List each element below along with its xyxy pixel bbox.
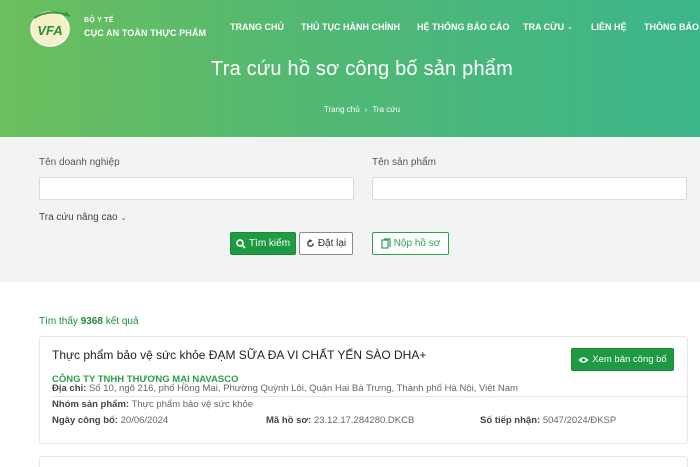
address-value: Số 10, ngõ 216, phố Hồng Mai, Phường Quỳ… [88, 383, 518, 394]
address-label: Địa chỉ: [52, 383, 87, 394]
main-nav: TRANG CHỦ THỦ TỤC HÀNH CHÍNH HỆ THỐNG BÁ… [0, 22, 700, 34]
product-group-value: Thực phẩm bảo vệ sức khỏe [131, 399, 254, 410]
breadcrumb-current: Tra cứu [372, 105, 401, 114]
receipt-number-value: 5047/2024/ĐKSP [542, 415, 617, 426]
result-product-name[interactable]: Thực phẩm bảo vệ sức khỏe ĐẠM SỮA ĐA VI … [52, 348, 426, 362]
result-card-next [39, 456, 688, 467]
nav-item-announcements[interactable]: THÔNG BÁO [644, 22, 699, 32]
advanced-search-toggle[interactable]: Tra cứu nâng cao ⌄ [39, 212, 126, 223]
receipt-number-label: Số tiếp nhận: [480, 415, 541, 426]
publish-date-label: Ngày công bố: [52, 415, 118, 426]
submit-dossier-label: Nộp hồ sơ [393, 238, 441, 249]
card-divider [51, 396, 688, 397]
search-button-label: Tìm kiếm [248, 238, 291, 249]
chevron-down-icon: ⌄ [567, 24, 574, 31]
reset-button[interactable]: Đặt lại [299, 232, 353, 255]
product-name-label: Tên sản phẩm [372, 157, 436, 168]
results-count: Tìm thấy 9368 kết quả [39, 316, 139, 327]
result-receipt-number: Số tiếp nhận: 5047/2024/ĐKSP [480, 415, 616, 426]
publish-date-value: 20/06/2024 [120, 415, 169, 426]
result-dossier-code: Mã hồ sơ: 23.12.17.284280.DKCB [266, 415, 414, 426]
result-publish-date: Ngày công bố: 20/06/2024 [52, 415, 168, 426]
breadcrumb-separator-icon: › [364, 105, 368, 114]
search-button[interactable]: Tìm kiếm [230, 232, 296, 255]
results-count-prefix: Tìm thấy [39, 316, 78, 327]
advanced-search-label: Tra cứu nâng cao [39, 212, 118, 223]
nav-item-reports[interactable]: HỆ THỐNG BÁO CÁO [417, 22, 510, 32]
view-declaration-label: Xem bản công bố [592, 354, 667, 365]
nav-item-procedures[interactable]: THỦ TỤC HÀNH CHÍNH [301, 22, 400, 32]
company-name-input[interactable] [39, 177, 354, 200]
search-icon [236, 238, 246, 249]
document-icon [381, 238, 391, 249]
page-title: Tra cứu hồ sơ công bố sản phẩm [211, 58, 513, 80]
refresh-icon [306, 239, 314, 247]
reset-button-label: Đặt lại [317, 238, 347, 249]
dossier-code-value: 23.12.17.284280.DKCB [313, 415, 415, 426]
nav-item-contact[interactable]: LIÊN HỆ [591, 22, 627, 32]
result-address: Địa chỉ: Số 10, ngõ 216, phố Hồng Mai, P… [52, 383, 518, 394]
nav-item-home[interactable]: TRANG CHỦ [230, 22, 284, 32]
dossier-code-label: Mã hồ sơ: [266, 415, 312, 426]
eye-icon [578, 356, 589, 363]
nav-item-lookup-label: TRA CỨU [523, 22, 565, 32]
breadcrumb-home[interactable]: Trang chủ [324, 105, 360, 114]
breadcrumb: Trang chủ › Tra cứu [0, 105, 700, 114]
chevron-down-icon: ⌄ [120, 215, 127, 222]
result-product-group: Nhóm sản phẩm: Thực phẩm bảo vệ sức khỏe [52, 399, 253, 410]
results-count-number: 9368 [80, 316, 103, 327]
results-count-suffix: kết quả [105, 316, 139, 327]
product-name-input[interactable] [372, 177, 687, 200]
view-declaration-button[interactable]: Xem bản công bố [571, 348, 674, 371]
nav-item-lookup[interactable]: TRA CỨU ⌄ [523, 22, 573, 32]
company-name-label: Tên doanh nghiệp [39, 157, 120, 168]
product-group-label: Nhóm sản phẩm: [52, 399, 130, 410]
submit-dossier-button[interactable]: Nộp hồ sơ [372, 232, 449, 255]
